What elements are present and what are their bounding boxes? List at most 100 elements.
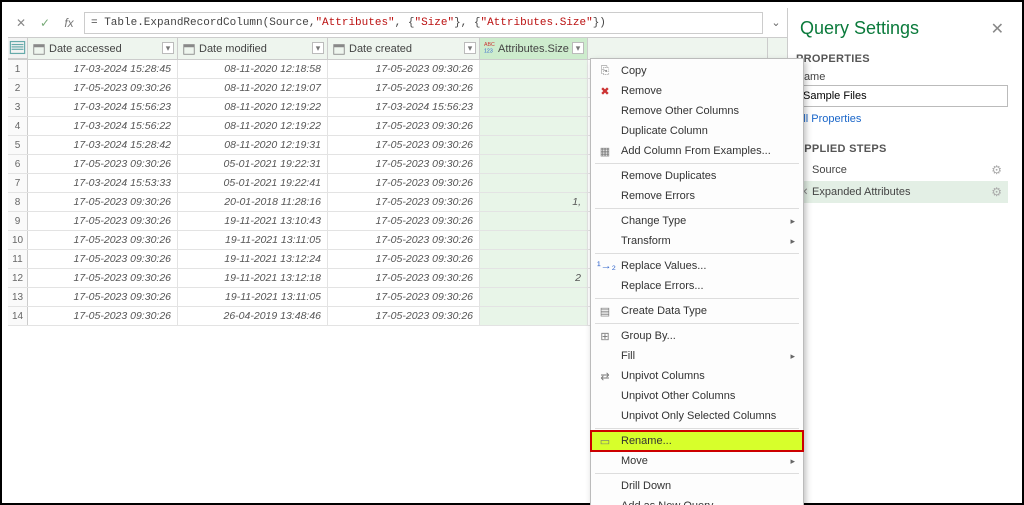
cell[interactable]: 26-04-2019 13:48:46 [178,307,328,325]
ctx-drill-down[interactable]: Drill Down [591,476,803,496]
cell[interactable]: 2 [480,269,588,287]
cell[interactable] [480,307,588,325]
cell[interactable]: 19-11-2021 13:11:05 [178,231,328,249]
gear-icon[interactable]: ⚙ [991,163,1002,177]
cell[interactable]: 08-11-2020 12:19:22 [178,98,328,116]
ctx-add-new-query[interactable]: Add as New Query [591,496,803,505]
select-all-corner[interactable] [8,38,28,59]
row-number[interactable]: 4 [8,117,28,135]
cell[interactable]: 08-11-2020 12:19:22 [178,117,328,135]
formula-input[interactable]: = Table.ExpandRecordColumn(Source, "Attr… [84,12,763,34]
row-number[interactable]: 14 [8,307,28,325]
cell[interactable]: 17-05-2023 09:30:26 [28,155,178,173]
cell[interactable]: 17-05-2023 09:30:26 [328,79,480,97]
row-number[interactable]: 9 [8,212,28,230]
ctx-remove-dup[interactable]: Remove Duplicates [591,166,803,186]
cell[interactable]: 17-03-2024 15:56:23 [328,98,480,116]
ctx-replace-values[interactable]: ¹→₂Replace Values... [591,256,803,276]
col-date-created[interactable]: Date created▾ [328,38,480,59]
ctx-transform[interactable]: Transform▸ [591,231,803,251]
ctx-remove-err[interactable]: Remove Errors [591,186,803,206]
ctx-unpivot-selected[interactable]: Unpivot Only Selected Columns [591,406,803,426]
cell[interactable]: 08-11-2020 12:19:31 [178,136,328,154]
ctx-create-data-type[interactable]: ▤Create Data Type [591,301,803,321]
col-date-modified[interactable]: Date modified▾ [178,38,328,59]
cell[interactable] [480,155,588,173]
ctx-fill[interactable]: Fill▸ [591,346,803,366]
ctx-copy[interactable]: ⎘Copy [591,61,803,81]
all-properties-link[interactable]: All Properties [796,107,861,131]
ctx-rename[interactable]: ▭Rename... [591,431,803,451]
row-number[interactable]: 5 [8,136,28,154]
cell[interactable]: 17-05-2023 09:30:26 [328,288,480,306]
cell[interactable] [480,136,588,154]
row-number[interactable]: 6 [8,155,28,173]
cell[interactable]: 17-05-2023 09:30:26 [328,231,480,249]
filter-icon[interactable]: ▾ [572,42,584,54]
cell[interactable]: 17-05-2023 09:30:26 [28,79,178,97]
cell[interactable] [480,250,588,268]
cell[interactable]: 1, [480,193,588,211]
ctx-unpivot-other[interactable]: Unpivot Other Columns [591,386,803,406]
cell[interactable] [480,60,588,78]
cell[interactable] [480,231,588,249]
cell[interactable]: 19-11-2021 13:10:43 [178,212,328,230]
cell[interactable]: 17-05-2023 09:30:26 [28,193,178,211]
cell[interactable]: 05-01-2021 19:22:31 [178,155,328,173]
row-number[interactable]: 11 [8,250,28,268]
cell[interactable]: 19-11-2021 13:12:24 [178,250,328,268]
cell[interactable]: 17-05-2023 09:30:26 [328,193,480,211]
cell[interactable]: 08-11-2020 12:19:07 [178,79,328,97]
cell[interactable]: 20-01-2018 11:28:16 [178,193,328,211]
row-number[interactable]: 3 [8,98,28,116]
step-source[interactable]: Source⚙ [796,159,1008,181]
filter-icon[interactable]: ▾ [464,42,476,54]
ctx-change-type[interactable]: Change Type▸ [591,211,803,231]
cell[interactable]: 17-05-2023 09:30:26 [328,155,480,173]
cell[interactable]: 17-05-2023 09:30:26 [328,60,480,78]
ctx-unpivot[interactable]: ⇄Unpivot Columns [591,366,803,386]
formula-expand-icon[interactable]: ⌄ [769,16,783,29]
close-icon[interactable]: ✕ [991,19,1004,39]
cell[interactable]: 17-03-2024 15:28:42 [28,136,178,154]
cell[interactable]: 17-05-2023 09:30:26 [28,212,178,230]
row-number[interactable]: 13 [8,288,28,306]
step-expanded-attributes[interactable]: ✕Expanded Attributes⚙ [796,181,1008,203]
cell[interactable]: 08-11-2020 12:18:58 [178,60,328,78]
col-attributes-size[interactable]: ABC123Attributes.Size▾ [480,38,588,59]
cell[interactable]: 17-05-2023 09:30:26 [328,250,480,268]
cell[interactable]: 17-03-2024 15:53:33 [28,174,178,192]
row-number[interactable]: 7 [8,174,28,192]
ctx-replace-errors[interactable]: Replace Errors... [591,276,803,296]
cell[interactable]: 17-05-2023 09:30:26 [328,117,480,135]
cell[interactable]: 17-05-2023 09:30:26 [328,307,480,325]
cell[interactable]: 17-05-2023 09:30:26 [328,136,480,154]
cell[interactable]: 17-05-2023 09:30:26 [28,231,178,249]
row-number[interactable]: 10 [8,231,28,249]
query-name-input[interactable] [796,85,1008,107]
cell[interactable]: 17-03-2024 15:28:45 [28,60,178,78]
cell[interactable] [480,79,588,97]
cell[interactable]: 17-05-2023 09:30:26 [328,212,480,230]
cell[interactable]: 17-05-2023 09:30:26 [28,250,178,268]
cell[interactable]: 17-05-2023 09:30:26 [328,174,480,192]
cell[interactable]: 17-05-2023 09:30:26 [28,269,178,287]
row-number[interactable]: 12 [8,269,28,287]
accept-icon[interactable]: ✓ [36,14,54,32]
row-number[interactable]: 8 [8,193,28,211]
cell[interactable] [480,174,588,192]
cell[interactable]: 17-05-2023 09:30:26 [28,307,178,325]
filter-icon[interactable]: ▾ [312,42,324,54]
ctx-group-by[interactable]: ⊞Group By... [591,326,803,346]
cancel-icon[interactable]: ✕ [12,14,30,32]
cell[interactable]: 17-03-2024 15:56:23 [28,98,178,116]
row-number[interactable]: 1 [8,60,28,78]
cell[interactable]: 17-05-2023 09:30:26 [28,288,178,306]
col-folder-path[interactable] [588,38,768,59]
cell[interactable]: 19-11-2021 13:11:05 [178,288,328,306]
ctx-move[interactable]: Move▸ [591,451,803,471]
ctx-remove[interactable]: ✖Remove [591,81,803,101]
ctx-remove-other[interactable]: Remove Other Columns [591,101,803,121]
cell[interactable] [480,117,588,135]
row-number[interactable]: 2 [8,79,28,97]
